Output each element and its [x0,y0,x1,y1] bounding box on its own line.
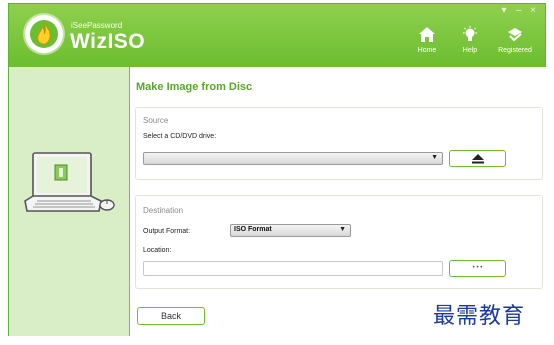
brand-subtitle: iSeePassword [71,21,123,30]
drive-select[interactable]: ▼ [143,152,443,165]
nav-registered-label: Registered [498,47,532,54]
chevron-down-icon: ▼ [339,226,346,233]
app-logo [25,15,63,53]
location-input[interactable] [143,261,443,276]
menu-dropdown-button[interactable]: ▾ [498,5,510,16]
user-check-icon [508,28,522,42]
destination-section: Destination Output Format: ISO Format ▼ … [135,195,543,289]
format-select[interactable]: ISO Format ▼ [230,224,351,237]
page-title: Make Image from Disc [136,81,253,93]
nav-registered[interactable]: Registered [490,26,540,54]
main-content: Make Image from Disc Source Select a CD/… [130,67,546,336]
home-icon [419,27,435,42]
eject-button[interactable] [449,150,506,167]
close-button[interactable]: × [527,5,539,16]
browse-button[interactable]: • • • [449,260,506,277]
nav-home-label: Home [417,47,437,54]
chevron-down-icon: ▼ [431,154,438,161]
minimize-button[interactable]: – [513,5,525,16]
laptop-with-mouse-icon [24,152,115,212]
flame-icon [37,22,51,45]
back-button[interactable]: Back [137,307,205,325]
sidebar [9,67,130,336]
nav-help[interactable]: Help [445,26,495,54]
watermark: 最需教育 [433,304,526,329]
source-title: Source [143,116,169,125]
nav-help-label: Help [462,47,478,54]
drive-label: Select a CD/DVD drive: [143,133,217,140]
eject-icon [471,154,484,164]
format-select-value: ISO Format [234,226,272,233]
brand-name: WizISO [70,30,146,53]
lightbulb-icon [463,26,477,41]
source-section: Source Select a CD/DVD drive: ▼ [135,107,543,180]
title-bar: iSeePassword WizISO ▾ – × Home Help Regi… [9,4,545,67]
location-label: Location: [143,247,172,254]
format-label: Output Format: [143,228,191,235]
app-window: iSeePassword WizISO ▾ – × Home Help Regi… [8,3,546,336]
destination-title: Destination [143,206,184,215]
